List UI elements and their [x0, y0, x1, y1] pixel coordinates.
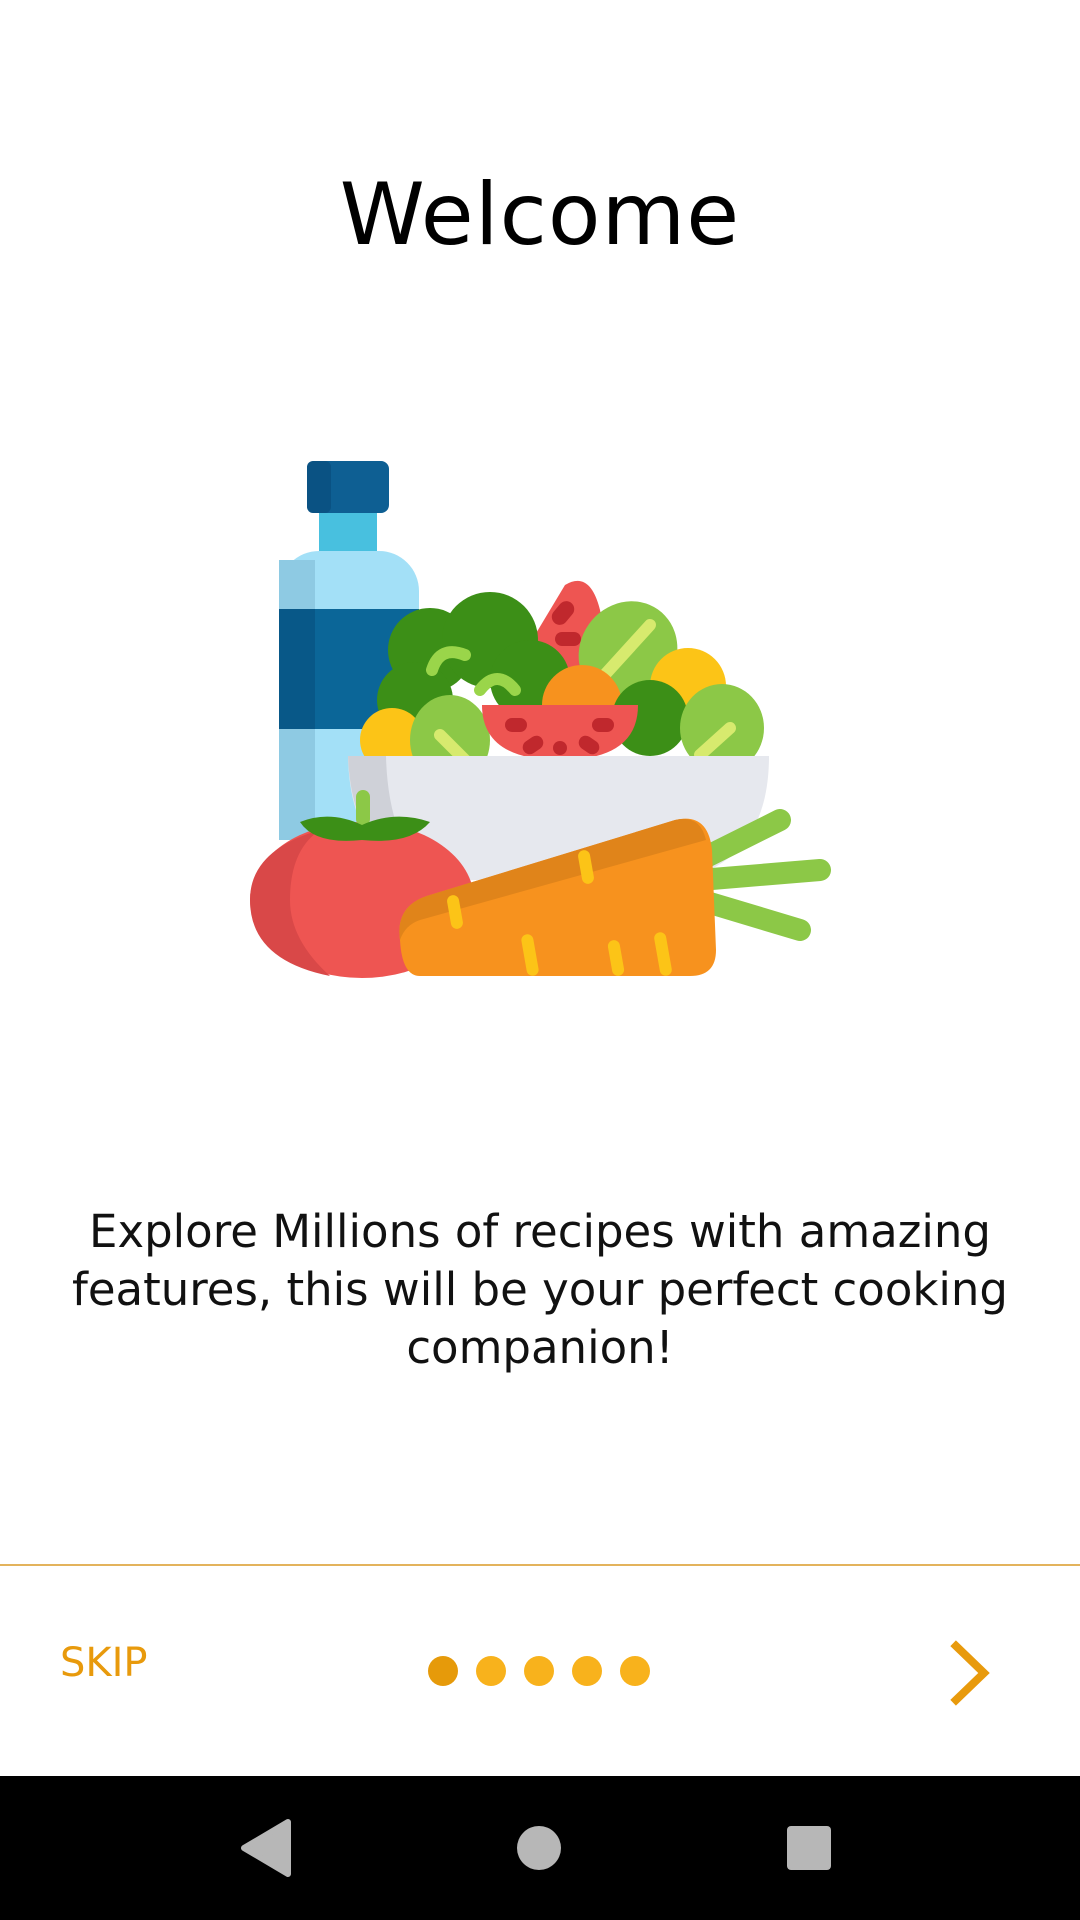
system-navigation-bar — [0, 1776, 1080, 1920]
recents-square-icon — [787, 1826, 831, 1870]
page-indicator — [428, 1656, 650, 1686]
onboarding-screen: Welcome Explore Millions of recipes with… — [0, 0, 1080, 1920]
recents-button[interactable] — [729, 1776, 889, 1920]
footer-divider — [0, 1564, 1080, 1566]
next-button[interactable] — [942, 1640, 1002, 1706]
skip-button[interactable]: SKIP — [60, 1640, 148, 1686]
page-dot-3 — [524, 1656, 554, 1686]
back-button[interactable] — [186, 1776, 346, 1920]
page-dot-2 — [476, 1656, 506, 1686]
onboarding-description: Explore Millions of recipes with amazing… — [71, 1205, 1008, 1374]
home-button[interactable] — [459, 1776, 619, 1920]
page-title: Welcome — [339, 165, 741, 265]
healthy-food-illustration — [250, 461, 831, 978]
home-circle-icon — [517, 1826, 561, 1870]
page-dot-4 — [572, 1656, 602, 1686]
back-triangle-icon — [241, 1819, 291, 1877]
page-dot-5 — [620, 1656, 650, 1686]
chevron-right-icon — [950, 1640, 990, 1706]
page-dot-1 — [428, 1656, 458, 1686]
